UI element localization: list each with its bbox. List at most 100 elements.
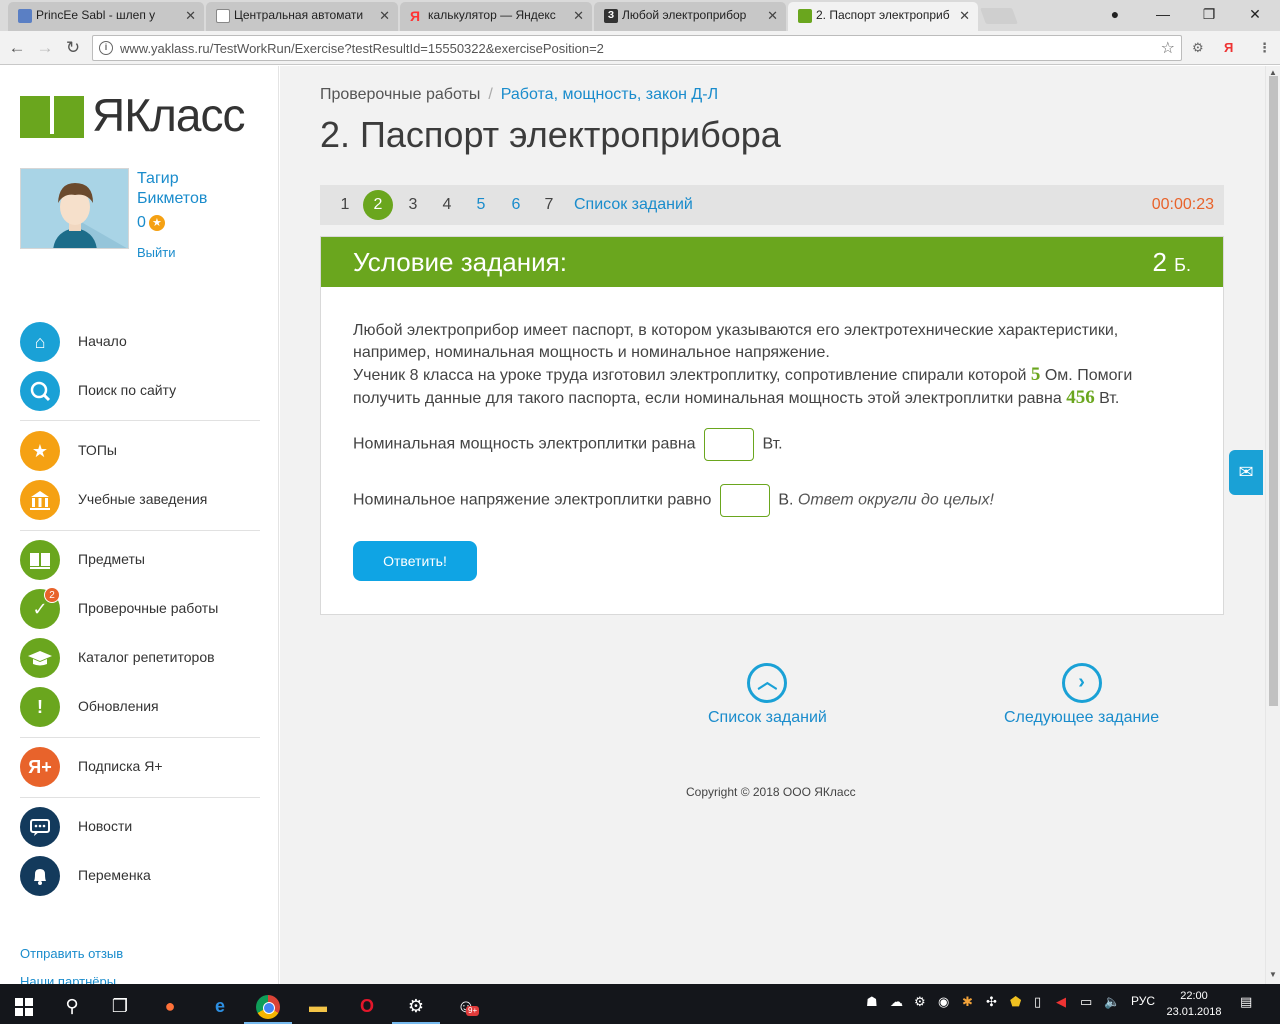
security-icon[interactable]: ⬟ <box>1010 994 1021 1010</box>
yandex-extension-icon[interactable]: Я <box>1224 40 1233 55</box>
breadcrumb-current-link[interactable]: Работа, мощность, закон Д-Л <box>501 86 718 103</box>
avatar[interactable] <box>20 168 129 249</box>
scrollbar[interactable]: ▲ ▼ <box>1265 66 1280 984</box>
voltage-answer-input[interactable] <box>719 484 770 517</box>
menu-item-tops[interactable]: ★ ТОПы <box>20 431 260 471</box>
browser-tab-3[interactable]: Я калькулятор — Яндекс ✕ <box>400 2 592 31</box>
close-icon[interactable]: ✕ <box>767 2 778 29</box>
feedback-link[interactable]: Отправить отзыв <box>20 946 123 961</box>
volume-icon[interactable]: 🔈 <box>1104 994 1120 1010</box>
onedrive-icon[interactable]: ☁ <box>890 994 903 1010</box>
menu-label: Учебные заведения <box>78 491 208 507</box>
menu-item-subscription[interactable]: Я+ Подписка Я+ <box>20 747 260 787</box>
task-list-label[interactable]: Список заданий <box>708 709 827 727</box>
menu-item-subjects[interactable]: Предметы <box>20 540 260 580</box>
minimize-button[interactable]: — <box>1140 0 1186 28</box>
discord-icon[interactable]: ☺9+ <box>442 988 490 1024</box>
task-list-nav[interactable]: ︿ Список заданий <box>708 663 827 727</box>
browser-tab-4[interactable]: З Любой электроприбор ✕ <box>594 2 786 31</box>
logout-link[interactable]: Выйти <box>137 245 176 260</box>
close-icon[interactable]: ✕ <box>573 2 584 29</box>
chevron-up-icon[interactable]: ︿ <box>747 663 788 703</box>
tray-app-icon[interactable]: ✣ <box>986 994 997 1010</box>
menu-icon[interactable]: ⋮ <box>1258 40 1271 56</box>
url-text[interactable]: www.yaklass.ru/TestWorkRun/Exercise?test… <box>120 41 604 56</box>
menu-item-home[interactable]: ⌂ Начало <box>20 322 260 362</box>
power-answer-input[interactable] <box>704 428 755 461</box>
steam-tray-icon[interactable]: ⚙ <box>914 994 926 1010</box>
menu-item-break[interactable]: Переменка <box>20 856 260 896</box>
chrome-icon[interactable] <box>244 988 292 1024</box>
network-icon[interactable]: ▭ <box>1080 994 1092 1010</box>
mail-icon[interactable]: ✉ <box>1229 450 1263 495</box>
tray-app-icon[interactable]: ◉ <box>938 994 949 1010</box>
task-number-5[interactable]: 5 <box>474 185 488 225</box>
submit-answer-button[interactable]: Ответить! <box>353 541 477 581</box>
menu-item-search[interactable]: Поиск по сайту <box>20 371 260 411</box>
menu-item-tests[interactable]: ✓ 2 Проверочные работы <box>20 587 260 629</box>
user-name[interactable]: Тагир Бикметов <box>137 169 207 209</box>
tray-app-icon[interactable]: ☗ <box>866 994 878 1010</box>
scroll-thumb[interactable] <box>1269 76 1278 706</box>
menu-item-news[interactable]: Новости <box>20 807 260 847</box>
close-icon[interactable]: ✕ <box>185 2 196 29</box>
file-explorer-icon[interactable]: ▬ <box>294 988 342 1024</box>
menu-label: Проверочные работы <box>78 600 219 616</box>
partners-link[interactable]: Наши партнёры <box>20 974 116 984</box>
close-icon[interactable]: ✕ <box>379 2 390 29</box>
restore-button[interactable]: ❐ <box>1186 0 1232 28</box>
close-window-button[interactable]: ✕ <box>1232 0 1278 28</box>
opera-icon[interactable]: O <box>343 988 391 1024</box>
menu-label: Переменка <box>78 867 151 883</box>
address-bar[interactable]: i www.yaklass.ru/TestWorkRun/Exercise?te… <box>92 35 1182 61</box>
edge-icon[interactable]: e <box>196 988 244 1024</box>
antivirus-icon[interactable]: ◀ <box>1056 994 1066 1010</box>
task-number-4[interactable]: 4 <box>440 185 454 225</box>
browser-tab-2[interactable]: Центральная автомати ✕ <box>206 2 398 31</box>
task-view-icon[interactable]: ❐ <box>96 988 144 1024</box>
points-unit: Б. <box>1174 255 1191 275</box>
task-number-6[interactable]: 6 <box>509 185 523 225</box>
new-tab-button[interactable] <box>980 8 1018 24</box>
task-number-7[interactable]: 7 <box>542 185 556 225</box>
forward-icon[interactable]: → <box>34 37 56 59</box>
back-icon[interactable]: ← <box>6 37 28 59</box>
znanija-icon: З <box>604 9 618 23</box>
breadcrumb-root[interactable]: Проверочные работы <box>320 86 480 103</box>
clock[interactable]: 22:00 23.01.2018 <box>1164 988 1224 1020</box>
bookmark-star-icon[interactable]: ☆ <box>1161 38 1175 58</box>
menu-item-updates[interactable]: ! Обновления <box>20 687 260 727</box>
points-value: 0 <box>137 214 146 231</box>
task-number-1[interactable]: 1 <box>338 185 352 225</box>
scroll-down-icon[interactable]: ▼ <box>1269 970 1277 979</box>
task-list-link[interactable]: Список заданий <box>574 185 693 225</box>
reload-icon[interactable]: ↻ <box>62 37 84 59</box>
menu-label: ТОПы <box>78 442 117 458</box>
usb-icon[interactable]: ▯ <box>1034 994 1041 1010</box>
task-number-2-current[interactable]: 2 <box>363 190 393 220</box>
close-icon[interactable]: ✕ <box>959 2 970 29</box>
firefox-icon[interactable]: ● <box>146 988 194 1024</box>
extension-icon[interactable]: ⚙ <box>1192 40 1204 56</box>
menu-item-schools[interactable]: Учебные заведения <box>20 480 260 520</box>
task-card: Условие задания: 2 Б. Любой электроприбо… <box>320 236 1224 615</box>
browser-tab-1[interactable]: PrincEe Sabl - шлеп у ✕ <box>8 2 204 31</box>
info-icon[interactable]: i <box>99 41 113 55</box>
user-last-name[interactable]: Бикметов <box>137 189 207 209</box>
next-task-label[interactable]: Следующее задание <box>1004 709 1159 727</box>
profile-icon[interactable]: ● <box>1092 0 1138 28</box>
task-number-3[interactable]: 3 <box>406 185 420 225</box>
chevron-right-icon[interactable]: › <box>1061 663 1102 703</box>
logo-text: ЯКласс <box>92 89 245 141</box>
browser-tab-5[interactable]: 2. Паспорт электроприб ✕ <box>788 2 978 31</box>
action-center-icon[interactable]: ▤ <box>1240 994 1252 1010</box>
language-indicator[interactable]: РУС <box>1131 994 1155 1008</box>
windows-start-icon[interactable] <box>0 988 48 1024</box>
menu-item-tutors[interactable]: Каталог репетиторов <box>20 638 260 678</box>
steam-icon[interactable]: ⚙ <box>392 988 440 1024</box>
search-icon[interactable]: ⚲ <box>48 988 96 1024</box>
next-task-nav[interactable]: › Следующее задание <box>1004 663 1159 727</box>
tray-app-icon[interactable]: ✱ <box>962 994 973 1010</box>
user-first-name[interactable]: Тагир <box>137 169 207 189</box>
page-title: 2. Паспорт электроприбора <box>320 114 781 155</box>
